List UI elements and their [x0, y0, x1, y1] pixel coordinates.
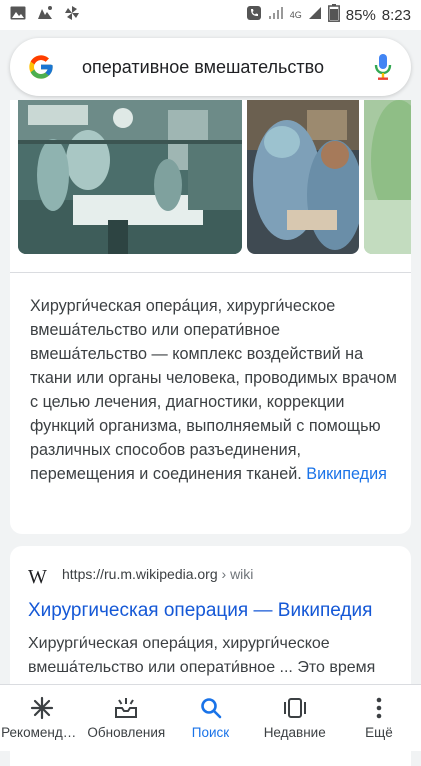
search-icon: [199, 695, 223, 721]
result-snippet: Хирурги́ческая опера́ция, хирурги́ческое…: [28, 635, 376, 676]
nav-label: Рекомендации: [1, 725, 83, 740]
result-title-link[interactable]: Хирургическая операция — Википедия: [28, 600, 372, 622]
google-g-logo-icon[interactable]: [26, 52, 56, 82]
nav-label: Недавние: [263, 725, 326, 740]
description-text: Хирурги́ческая опера́ция, хирурги́ческое…: [30, 297, 397, 483]
nav-item-recommendations[interactable]: Рекомендации: [0, 685, 84, 751]
surgery-image-operating-room[interactable]: [18, 100, 242, 254]
result-url[interactable]: https://ru.m.wikipedia.org › wiki: [62, 566, 253, 582]
search-bar[interactable]: оперативное вмешательство: [10, 38, 411, 96]
nav-item-search[interactable]: Поиск: [168, 685, 252, 751]
search-query[interactable]: оперативное вмешательство: [82, 57, 371, 78]
image-notification-icon: [10, 6, 26, 25]
nav-item-updates[interactable]: Обновления: [84, 685, 168, 751]
knowledge-panel-description: Хирурги́ческая опера́ция, хирурги́ческое…: [30, 294, 398, 486]
app-notification-icon: [36, 5, 54, 26]
network-type: 4G: [289, 9, 302, 20]
surgery-image-partial[interactable]: [364, 100, 411, 254]
inbox-update-icon: [113, 695, 139, 721]
battery-icon: [327, 4, 340, 26]
knowledge-panel-card: Хирурги́ческая опера́ция, хирурги́ческое…: [10, 100, 411, 534]
battery-percent: 85%: [345, 6, 376, 24]
surgery-image-surgeons[interactable]: [247, 100, 359, 254]
cell-signal-icon: [308, 6, 322, 24]
nav-label: Поиск: [191, 725, 230, 740]
clock: 8:23: [381, 6, 411, 24]
result-url-breadcrumb: › wiki: [221, 566, 254, 582]
nav-item-recent[interactable]: Недавние: [253, 685, 337, 751]
divider: [10, 272, 411, 273]
nav-label: Обновления: [87, 725, 166, 740]
microphone-icon[interactable]: [371, 52, 395, 82]
wikipedia-site-icon: W: [28, 566, 47, 588]
pinwheel-icon: [64, 5, 80, 26]
status-bar: 4G 85% 8:23: [0, 0, 421, 30]
result-url-domain: https://ru.m.wikipedia.org: [62, 566, 218, 582]
more-dots-icon: [367, 695, 391, 721]
recent-tabs-icon: [282, 695, 308, 721]
image-carousel[interactable]: [18, 100, 411, 254]
phone-call-icon: [246, 5, 262, 25]
wifi-signal-icon: [268, 6, 284, 24]
search-bar-container: оперативное вмешательство: [10, 38, 411, 96]
wikipedia-source-link[interactable]: Википедия: [306, 465, 387, 483]
nav-label: Ещё: [365, 725, 393, 740]
bottom-navigation: Рекомендации Обновления Поиск Недавние: [0, 684, 421, 751]
nav-item-more[interactable]: Ещё: [337, 685, 421, 751]
asterisk-icon: [30, 695, 54, 721]
